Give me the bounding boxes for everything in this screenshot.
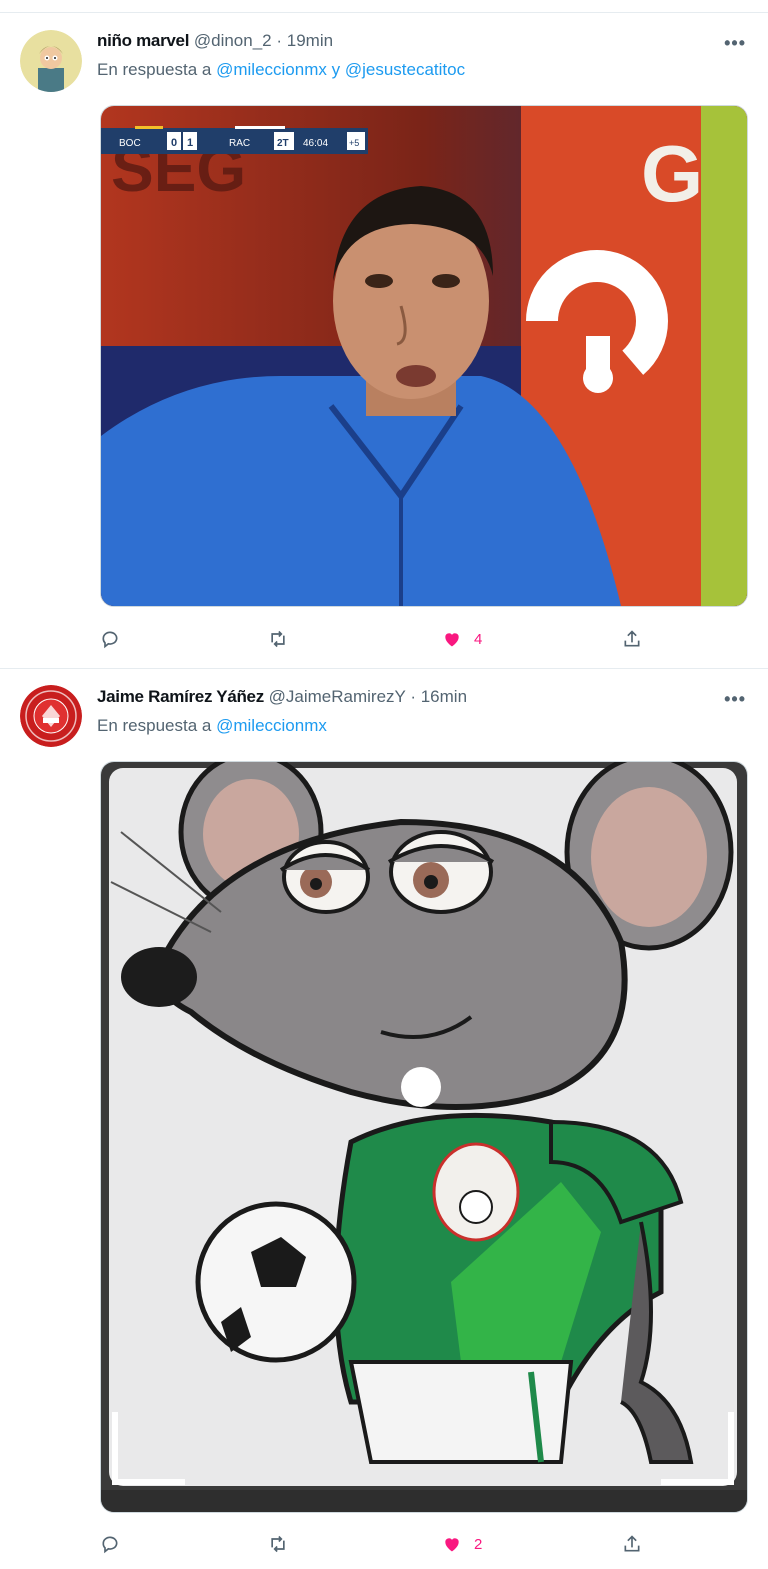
tweet-actions: 2 (100, 1529, 660, 1559)
reply-icon (102, 631, 118, 649)
mention-conjunction: y (331, 60, 341, 79)
match-period: 2T (277, 138, 289, 149)
timestamp[interactable]: 19min (287, 31, 333, 50)
share-button[interactable] (622, 624, 642, 654)
like-button[interactable]: 4 (442, 624, 482, 654)
tweet-header: Jaime Ramírez Yáñez @JaimeRamirezY · 16m… (97, 687, 467, 707)
mention-link[interactable]: @mileccionmx (216, 60, 327, 79)
away-score: 1 (187, 137, 193, 149)
tweet-image[interactable] (100, 761, 748, 1513)
like-icon (445, 633, 459, 647)
tweet-header: niño marvel @dinon_2 · 19min (97, 31, 333, 51)
mouse-cartoon (101, 762, 747, 1512)
tweet-actions: 4 (100, 624, 660, 654)
reply-icon (102, 1536, 118, 1554)
tweet-image[interactable]: SEG G BOC 0 1 RAC 2T 46:04 +5 (100, 105, 748, 607)
retweet-button[interactable] (268, 1529, 288, 1559)
reply-button[interactable] (100, 1529, 120, 1559)
reply-context: En respuesta a @mileccionmx y @jesusteca… (97, 60, 465, 80)
like-button[interactable]: 2 (442, 1529, 482, 1559)
match-clock: 46:04 (303, 138, 328, 149)
author-name[interactable]: niño marvel (97, 31, 189, 50)
timeline-top-divider (0, 0, 768, 13)
home-team: BOC (119, 138, 141, 149)
mention-link[interactable]: @jesustecatitoc (345, 60, 465, 79)
tweet[interactable]: niño marvel @dinon_2 · 19min ••• En resp… (0, 13, 768, 669)
share-icon (624, 630, 640, 647)
reply-prefix: En respuesta a (97, 60, 212, 79)
retweet-icon (271, 630, 285, 648)
bench-photo: SEG G BOC 0 1 RAC 2T 46:04 +5 (101, 106, 747, 606)
home-score: 0 (171, 137, 177, 149)
author-handle[interactable]: @JaimeRamirezY (269, 687, 406, 706)
avatar[interactable] (20, 685, 82, 747)
share-button[interactable] (622, 1529, 642, 1559)
retweet-icon (271, 1535, 285, 1553)
like-icon (445, 1538, 459, 1552)
separator: · (410, 687, 416, 706)
author-name[interactable]: Jaime Ramírez Yáñez (97, 687, 264, 706)
avatar[interactable] (20, 30, 82, 92)
more-icon[interactable]: ••• (724, 689, 746, 710)
reply-context: En respuesta a @mileccionmx (97, 716, 327, 736)
like-count: 4 (474, 630, 483, 648)
author-handle[interactable]: @dinon_2 (194, 31, 272, 50)
more-icon[interactable]: ••• (724, 33, 746, 54)
away-team: RAC (229, 138, 250, 149)
scoreboard: BOC 0 1 RAC 2T 46:04 +5 (101, 126, 368, 154)
reply-prefix: En respuesta a (97, 716, 212, 735)
mention-link[interactable]: @mileccionmx (216, 716, 327, 735)
like-count: 2 (474, 1535, 483, 1553)
tweet[interactable]: Jaime Ramírez Yáñez @JaimeRamirezY · 16m… (0, 669, 768, 1569)
background-logo: G (641, 129, 703, 218)
reply-button[interactable] (100, 624, 120, 654)
separator: · (276, 31, 283, 50)
retweet-button[interactable] (268, 624, 288, 654)
added-time: +5 (349, 138, 359, 148)
share-icon (624, 1535, 640, 1552)
timestamp[interactable]: 16min (421, 687, 467, 706)
